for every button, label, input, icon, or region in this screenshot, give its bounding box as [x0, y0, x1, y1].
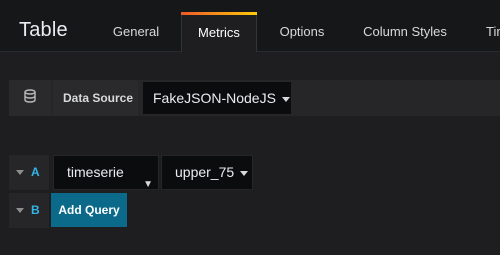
query-ref-letter: B — [31, 203, 40, 217]
tab-options[interactable]: Options — [266, 12, 338, 52]
chevron-down-icon[interactable] — [16, 170, 24, 175]
query-type-select[interactable]: timeserie ▼ — [53, 155, 159, 190]
add-query-button[interactable]: Add Query — [51, 193, 127, 227]
query-type-value: timeserie — [67, 164, 124, 180]
panel-title: Table — [19, 19, 68, 41]
caret-down-icon — [240, 170, 249, 176]
query-b-toggle[interactable]: B — [9, 193, 49, 228]
tab-column-styles[interactable]: Column Styles — [354, 12, 456, 52]
query-target-select[interactable]: upper_75 — [161, 155, 253, 190]
tab-time-range[interactable]: Tim — [478, 12, 500, 52]
panel-editor-header: Table General Metrics Options Column Sty… — [0, 0, 500, 52]
datasource-select[interactable]: FakeJSON-NodeJS — [142, 81, 292, 115]
select-arrow-icon: ▼ — [143, 179, 153, 190]
query-target-value: upper_75 — [175, 164, 235, 180]
chevron-down-icon[interactable] — [16, 208, 24, 213]
caret-down-icon — [281, 96, 290, 102]
tab-general[interactable]: General — [100, 12, 172, 52]
query-a-toggle[interactable]: A — [9, 155, 49, 190]
tab-metrics[interactable]: Metrics — [181, 12, 257, 52]
datasource-selected-value: FakeJSON-NodeJS — [153, 90, 276, 106]
query-ref-letter: A — [31, 165, 40, 179]
database-icon — [23, 88, 37, 108]
datasource-label: Data Source — [53, 80, 138, 116]
datasource-icon-box — [9, 80, 51, 116]
